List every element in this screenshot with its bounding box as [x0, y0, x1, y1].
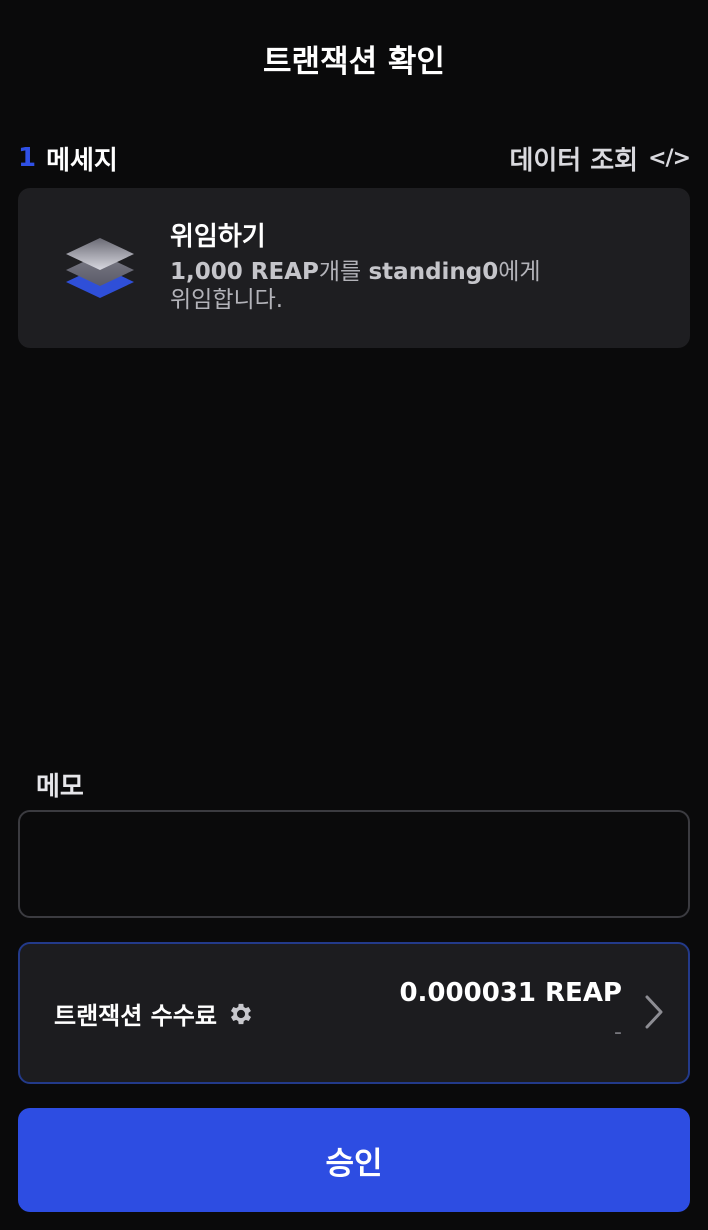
- layers-icon: [62, 232, 138, 304]
- page-title: 트랜잭션 확인: [263, 44, 445, 80]
- message-text: 위임하기 1,000 REAP개를 standing0에게 위임합니다.: [170, 220, 650, 314]
- confirm-transaction-screen: 트랜잭션 확인 1 메세지 데이터 조회 </> 위임하기 1,000 REAP…: [0, 0, 708, 1230]
- message-count-number: 1: [18, 143, 37, 173]
- message-count-label: 메세지: [46, 145, 118, 176]
- description-mid: 개를: [318, 259, 369, 285]
- fee-amount: 0.000031 REAP: [399, 978, 622, 1008]
- memo-input[interactable]: [18, 810, 690, 918]
- gear-icon[interactable]: [227, 1000, 255, 1028]
- description-line2: 위임합니다.: [170, 287, 284, 313]
- fee-selector[interactable]: 트랜잭션 수수료 0.000031 REAP -: [18, 942, 690, 1084]
- description-end: 에게: [498, 259, 541, 285]
- message-card: 위임하기 1,000 REAP개를 standing0에게 위임합니다.: [18, 188, 690, 348]
- fee-label-group: 트랜잭션 수수료: [54, 996, 255, 1031]
- view-data-button[interactable]: 데이터 조회 </>: [509, 140, 691, 177]
- fee-fiat-value: -: [614, 1020, 622, 1045]
- approve-button[interactable]: 승인: [18, 1108, 690, 1212]
- validator-name: standing0: [368, 259, 499, 285]
- message-description: 1,000 REAP개를 standing0에게 위임합니다.: [170, 258, 650, 314]
- code-icon: </>: [648, 145, 691, 171]
- message-title: 위임하기: [170, 222, 266, 252]
- memo-label: 메모: [36, 772, 84, 802]
- fee-label: 트랜잭션 수수료: [54, 1002, 217, 1030]
- messages-header: 1 메세지 데이터 조회 </>: [18, 140, 691, 177]
- delegate-amount: 1,000 REAP: [170, 259, 319, 285]
- view-data-label: 데이터 조회: [509, 145, 639, 176]
- chevron-right-icon: [645, 995, 663, 1029]
- message-count: 1 메세지: [18, 140, 118, 177]
